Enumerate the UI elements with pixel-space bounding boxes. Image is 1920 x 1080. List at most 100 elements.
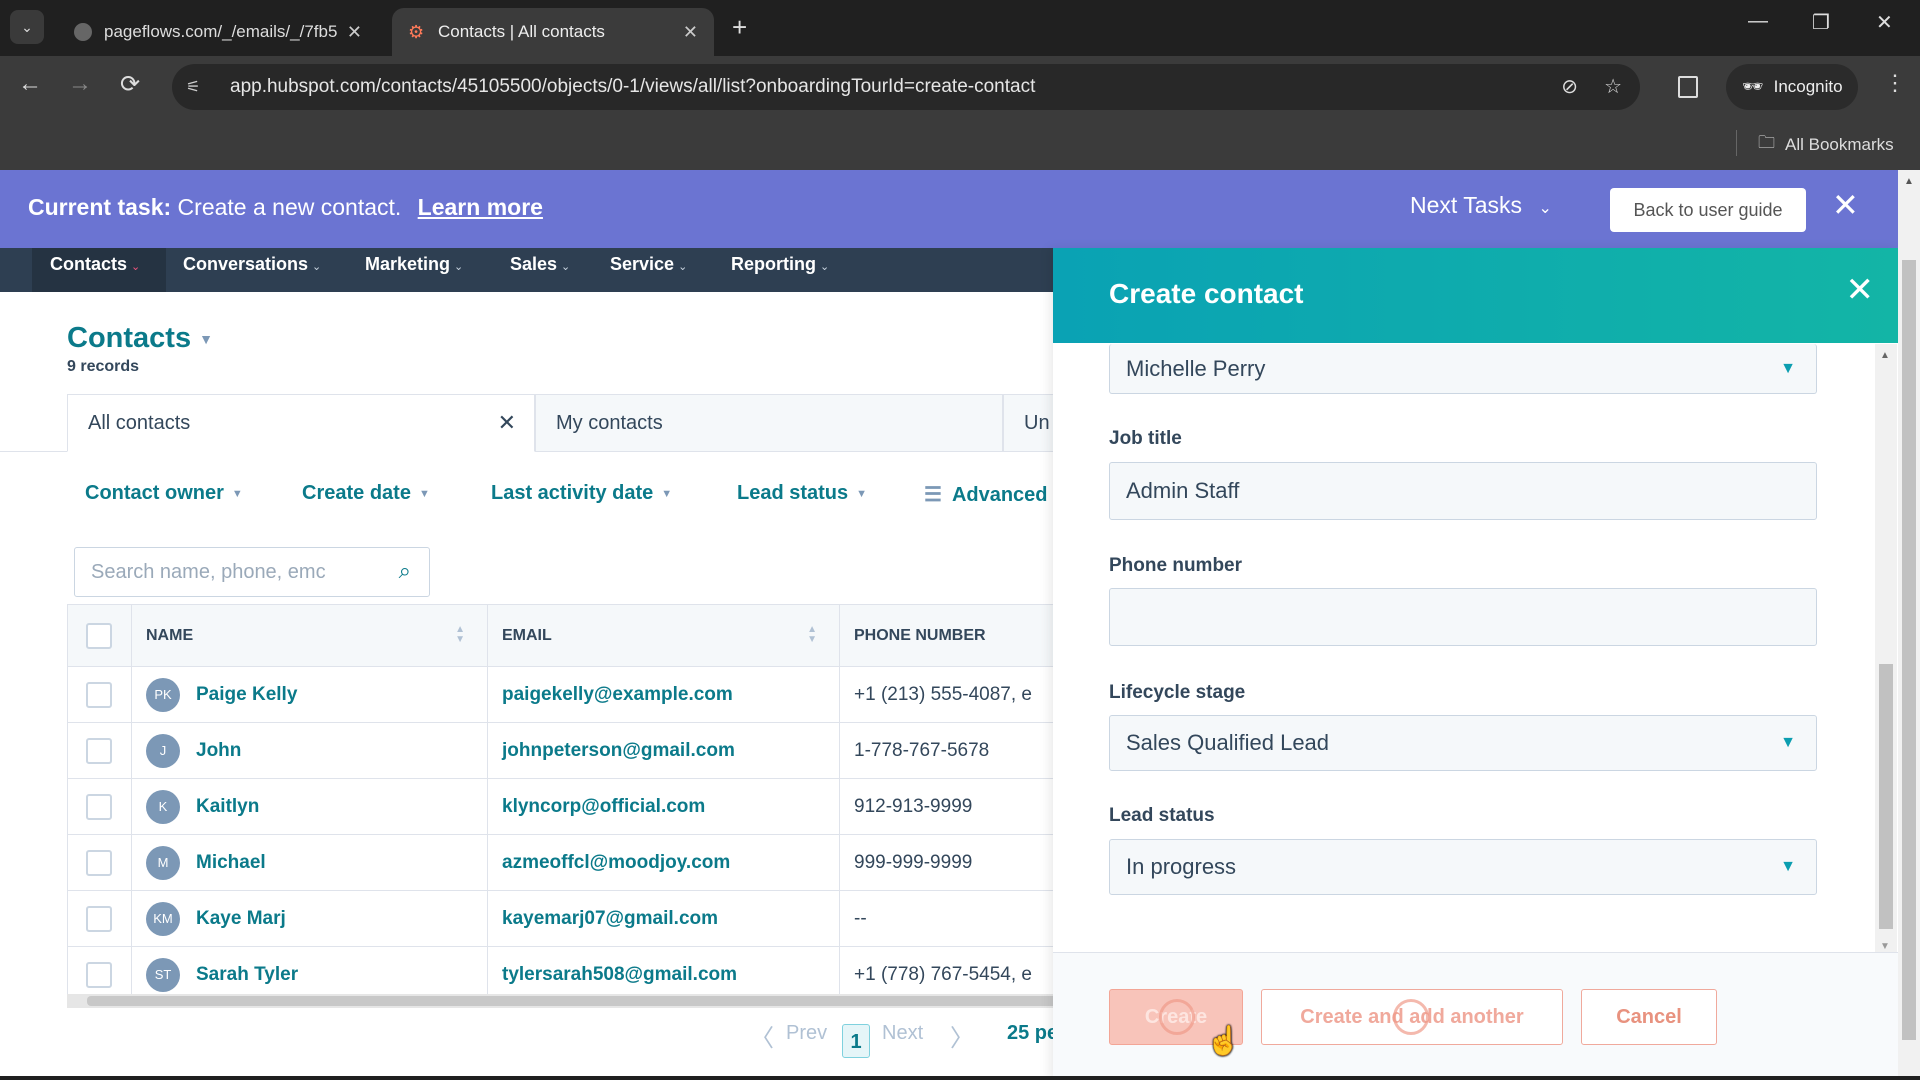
star-icon[interactable]: ☆ <box>1604 74 1622 99</box>
lifecycle-stage-select[interactable]: Sales Qualified Lead ▼ <box>1109 715 1817 771</box>
contact-email-link[interactable]: johnpeterson@gmail.com <box>502 740 735 761</box>
contact-name-link[interactable]: Kaye Marj <box>196 908 286 929</box>
page-title[interactable]: Contacts ▼ <box>67 322 213 355</box>
scrollbar-thumb[interactable] <box>1902 260 1916 1040</box>
eye-off-icon[interactable]: ⊘ <box>1561 74 1578 99</box>
row-checkbox[interactable] <box>86 793 112 820</box>
contact-name-link[interactable]: Michael <box>196 852 266 873</box>
table-row[interactable]: PK Paige Kelly paigekelly@example.com +1 (2… <box>67 666 1067 723</box>
lead-status-select[interactable]: In progress ▼ <box>1109 839 1817 895</box>
next-chevron-icon[interactable]: 〉 <box>950 1018 974 1053</box>
incognito-badge[interactable]: 🕶 Incognito <box>1726 64 1858 110</box>
sort-icon[interactable]: ▲ ▼ <box>807 625 817 645</box>
browser-menu-icon[interactable]: ⋮ <box>1884 70 1906 96</box>
contact-email-link[interactable]: azmeoffcl@moodjoy.com <box>502 852 730 873</box>
nav-conversations[interactable]: Conversations ⌄ <box>183 254 321 275</box>
prev-chevron-icon[interactable]: 〈 <box>750 1018 774 1053</box>
filter-label: Last activity date <box>491 482 654 504</box>
view-tab-my-contacts[interactable]: My contacts <box>535 394 1003 452</box>
back-icon[interactable]: ← <box>14 70 46 98</box>
row-checkbox[interactable] <box>86 737 112 764</box>
nav-reporting[interactable]: Reporting ⌄ <box>731 254 829 275</box>
select-all-checkbox[interactable] <box>86 622 112 649</box>
current-page[interactable]: 1 <box>842 1024 870 1058</box>
phone-number-input[interactable] <box>1109 588 1817 646</box>
view-tab-all-contacts[interactable]: All contacts ✕ <box>67 394 535 452</box>
forward-icon[interactable]: → <box>64 70 96 98</box>
contact-name-link[interactable]: Sarah Tyler <box>196 964 298 985</box>
scroll-up-icon[interactable]: ▲ <box>1880 350 1890 361</box>
all-bookmarks-button[interactable]: 🗀 All Bookmarks <box>1758 130 1894 159</box>
scroll-down-icon[interactable]: ▼ <box>1880 941 1890 952</box>
row-select-cell <box>67 834 132 891</box>
search-icon[interactable]: ⌕ <box>399 558 411 584</box>
contact-phone: 1-778-767-5678 <box>854 739 990 761</box>
nav-sales[interactable]: Sales ⌄ <box>510 254 570 275</box>
close-icon[interactable]: ✕ <box>498 410 516 436</box>
table-row[interactable]: M Michael azmeoffcl@moodjoy.com 999-999-999… <box>67 834 1067 891</box>
filter-create-date[interactable]: Create date ▼ <box>302 482 430 505</box>
row-checkbox[interactable] <box>86 961 112 988</box>
next-page-button[interactable]: Next <box>882 1022 923 1045</box>
contact-email-link[interactable]: klyncorp@official.com <box>502 796 705 817</box>
next-tasks-dropdown[interactable]: Next Tasks ⌄ <box>1410 192 1552 219</box>
contact-name-link[interactable]: John <box>196 740 241 761</box>
minimize-icon[interactable]: — <box>1748 10 1768 33</box>
filter-last-activity-date[interactable]: Last activity date ▼ <box>491 482 672 505</box>
address-bar[interactable]: ⚟ app.hubspot.com/contacts/45105500/obje… <box>172 64 1640 110</box>
close-panel-icon[interactable]: ✕ <box>1846 270 1875 310</box>
contact-email-link[interactable]: paigekelly@example.com <box>502 684 733 705</box>
side-panel-icon[interactable] <box>1678 76 1698 98</box>
cancel-button[interactable]: Cancel <box>1581 989 1717 1045</box>
per-page-dropdown[interactable]: 25 pe <box>1007 1022 1058 1045</box>
column-header-phone[interactable]: PHONE NUMBER <box>839 604 1067 667</box>
column-header-name[interactable]: NAME ▲ ▼ <box>131 604 488 667</box>
filter-lead-status[interactable]: Lead status ▼ <box>737 482 867 505</box>
close-tab-icon[interactable]: ✕ <box>347 22 362 43</box>
close-banner-icon[interactable]: ✕ <box>1832 186 1859 224</box>
browser-tab-pageflows[interactable]: pageflows.com/_/emails/_/7fb5 ✕ <box>58 8 378 56</box>
scrollbar-thumb[interactable] <box>87 996 1057 1006</box>
horizontal-scrollbar[interactable] <box>67 994 1060 1008</box>
row-checkbox[interactable] <box>86 681 112 708</box>
nav-service[interactable]: Service ⌄ <box>610 254 687 275</box>
learn-more-link[interactable]: Learn more <box>418 194 543 220</box>
column-header-email[interactable]: EMAIL ▲ ▼ <box>487 604 840 667</box>
advanced-filters-button[interactable]: ☰ Advanced <box>924 482 1048 507</box>
back-to-user-guide-button[interactable]: Back to user guide <box>1610 188 1806 232</box>
search-input[interactable]: Search name, phone, emc ⌕ <box>74 547 430 597</box>
nav-marketing[interactable]: Marketing ⌄ <box>365 254 463 275</box>
browser-tab-contacts[interactable]: ⚙ Contacts | All contacts ✕ <box>392 8 714 56</box>
url-text[interactable]: app.hubspot.com/contacts/45105500/object… <box>230 76 1035 98</box>
page-scrollbar[interactable]: ▲ <box>1898 170 1920 1080</box>
row-checkbox[interactable] <box>86 849 112 876</box>
table-row[interactable]: J John johnpeterson@gmail.com 1-778-767-567… <box>67 722 1067 779</box>
window-close-icon[interactable]: ✕ <box>1876 10 1893 35</box>
table-row[interactable]: KM Kaye Marj kayemarj07@gmail.com -- <box>67 890 1067 947</box>
row-checkbox[interactable] <box>86 905 112 932</box>
scrollbar-thumb[interactable] <box>1879 664 1893 929</box>
prev-page-button[interactable]: Prev <box>786 1022 827 1045</box>
restore-icon[interactable]: ❐ <box>1812 10 1830 35</box>
panel-scrollbar[interactable]: ▲ ▼ <box>1875 344 1897 952</box>
contact-phone: +1 (778) 767-5454, e <box>854 963 1032 985</box>
tab-search-dropdown[interactable]: ⌄ <box>10 10 44 44</box>
sort-icon[interactable]: ▲ ▼ <box>455 625 465 645</box>
contact-name-link[interactable]: Paige Kelly <box>196 684 297 705</box>
contact-name-link[interactable]: Kaitlyn <box>196 796 259 817</box>
job-title-value: Admin Staff <box>1126 478 1240 503</box>
scroll-up-icon[interactable]: ▲ <box>1904 176 1914 187</box>
contact-email-link[interactable]: kayemarj07@gmail.com <box>502 908 718 929</box>
nav-contacts[interactable]: Contacts ⌄ <box>50 254 140 275</box>
contact-email-link[interactable]: tylersarah508@gmail.com <box>502 964 737 985</box>
contact-owner-select[interactable]: Michelle Perry ▼ <box>1109 344 1817 394</box>
filter-contact-owner[interactable]: Contact owner ▼ <box>85 482 243 505</box>
name-cell: K Kaitlyn <box>131 778 488 835</box>
site-settings-icon[interactable]: ⚟ <box>186 77 212 97</box>
reload-icon[interactable]: ⟳ <box>114 70 146 99</box>
table-row[interactable]: K Kaitlyn klyncorp@official.com 912-913-999… <box>67 778 1067 835</box>
caret-down-icon: ▼ <box>418 487 430 500</box>
job-title-input[interactable]: Admin Staff <box>1109 462 1817 520</box>
new-tab-button[interactable]: + <box>732 12 747 43</box>
close-tab-icon[interactable]: ✕ <box>683 22 698 43</box>
